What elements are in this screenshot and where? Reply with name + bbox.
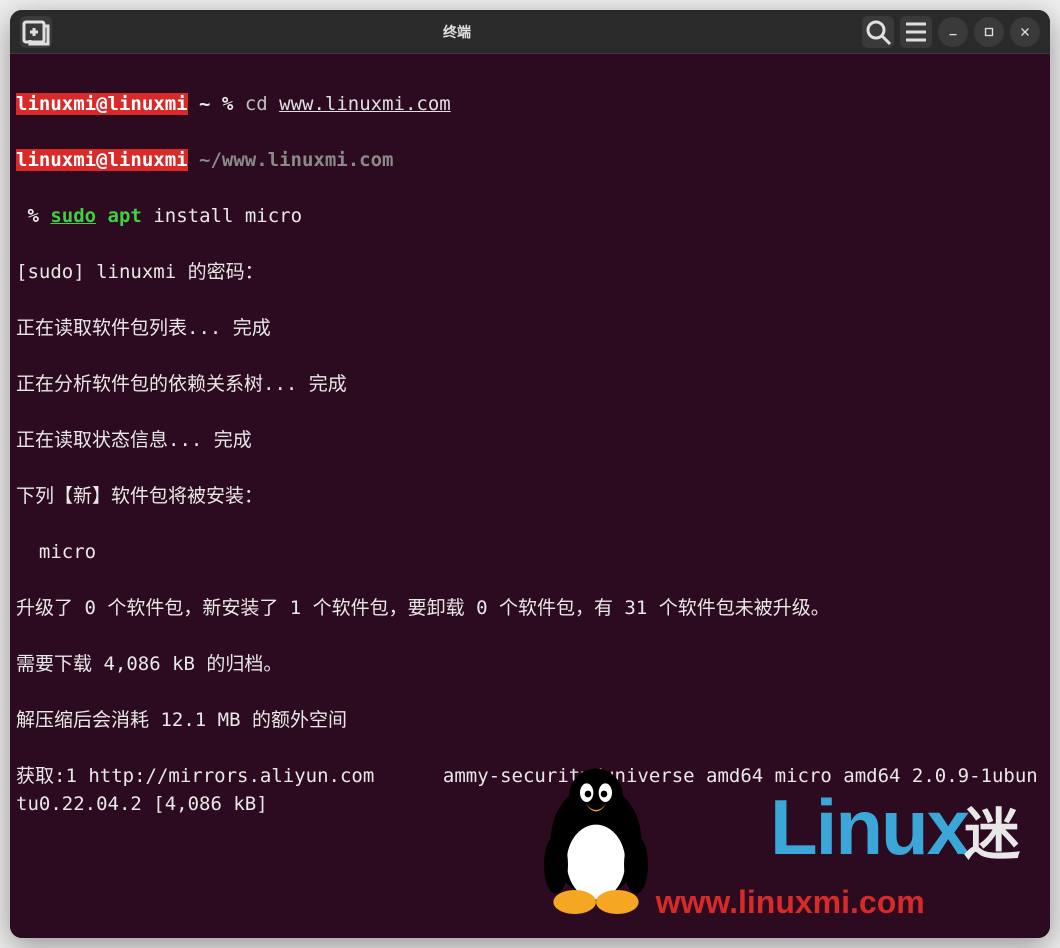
terminal-window: 终端 linuxmi@linuxmi ~ % cd www.linuxmi.co…	[10, 10, 1050, 938]
user-host: linuxmi@linuxmi	[16, 149, 188, 171]
output-line: [sudo] linuxmi 的密码：	[16, 258, 1044, 286]
terminal-output[interactable]: linuxmi@linuxmi ~ % cd www.linuxmi.com l…	[10, 54, 1050, 938]
output-line: 正在读取状态信息... 完成	[16, 426, 1044, 454]
output-line: 正在分析软件包的依赖关系树... 完成	[16, 370, 1044, 398]
search-button[interactable]	[862, 16, 894, 48]
new-tab-button[interactable]	[20, 16, 52, 48]
output-line: 需要下载 4,086 kB 的归档。	[16, 650, 1044, 678]
prompt-line-2: linuxmi@linuxmi ~/www.linuxmi.com	[16, 146, 1044, 174]
prompt-line-1: linuxmi@linuxmi ~ % cd www.linuxmi.com	[16, 90, 1044, 118]
url-text: www.linuxmi.com	[279, 93, 451, 115]
prompt-line-3: % sudo apt install micro	[16, 202, 1044, 230]
output-line: micro	[16, 538, 1044, 566]
maximize-button[interactable]	[974, 17, 1004, 47]
sudo-cmd: sudo	[50, 205, 96, 227]
user-host: linuxmi@linuxmi	[16, 93, 188, 115]
cwd-path: ~/www.linuxmi.com	[188, 149, 394, 171]
output-line: 下列【新】软件包将被安装：	[16, 482, 1044, 510]
apt-cmd: apt	[96, 205, 142, 227]
menu-button[interactable]	[900, 16, 932, 48]
output-line: 升级了 0 个软件包，新安装了 1 个软件包，要卸载 0 个软件包，有 31 个…	[16, 594, 1044, 622]
window-title: 终端	[443, 22, 471, 42]
output-line: 解压缩后会消耗 12.1 MB 的额外空间	[16, 706, 1044, 734]
minimize-button[interactable]	[938, 17, 968, 47]
output-line: 获取:1 http://mirrors.aliyun.com ammy-secu…	[16, 762, 1044, 818]
output-line: 正在读取软件包列表... 完成	[16, 314, 1044, 342]
watermark-url: www.linuxmi.com	[656, 888, 1020, 916]
close-button[interactable]	[1010, 17, 1040, 47]
titlebar: 终端	[10, 10, 1050, 54]
